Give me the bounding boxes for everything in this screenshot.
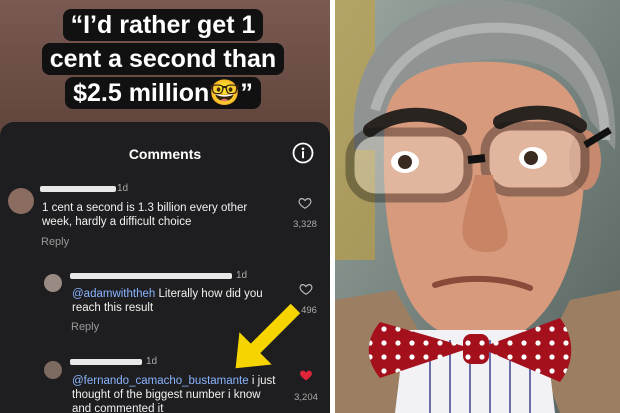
reply-button[interactable]: Reply	[71, 321, 99, 333]
username-redacted[interactable]	[70, 359, 142, 365]
caption-line-2: cent a second than	[41, 43, 285, 75]
reply-button[interactable]: Reply	[41, 236, 69, 248]
meme-caption: “I’d rather get 1 cent a second than $2.…	[28, 8, 298, 110]
heart-icon[interactable]	[298, 196, 312, 210]
like-count: 3,328	[293, 219, 317, 230]
like-count: 3,204	[294, 392, 318, 403]
info-icon[interactable]	[292, 142, 314, 164]
comment-time: 1d	[117, 183, 129, 194]
comments-header: Comments	[0, 122, 330, 184]
heart-icon[interactable]	[299, 282, 313, 296]
mention-link[interactable]: @adamwiththeh	[72, 288, 155, 300]
comment-time: 1d	[236, 270, 248, 281]
comments-title: Comments	[128, 146, 202, 162]
username-redacted[interactable]	[40, 186, 116, 192]
reaction-photo	[335, 0, 620, 413]
reaction-face-illustration	[335, 0, 620, 413]
comment-time: 1d	[146, 356, 158, 367]
username-redacted[interactable]	[70, 273, 232, 279]
mention-link[interactable]: @fernando_camacho_bustamante	[72, 375, 249, 387]
comment-text: @fernando_camacho_bustamante i just thou…	[72, 374, 282, 413]
avatar[interactable]	[44, 361, 62, 379]
caption-line-3: $2.5 million🤓”	[65, 77, 261, 109]
comment-text: 1 cent a second is 1.3 billion every oth…	[42, 202, 248, 228]
yellow-arrow-icon	[235, 303, 301, 369]
caption-line-1: “I’d rather get 1	[62, 9, 264, 41]
avatar[interactable]	[8, 188, 34, 214]
avatar[interactable]	[44, 274, 62, 292]
screenshot-panel: “I’d rather get 1 cent a second than $2.…	[0, 0, 330, 413]
